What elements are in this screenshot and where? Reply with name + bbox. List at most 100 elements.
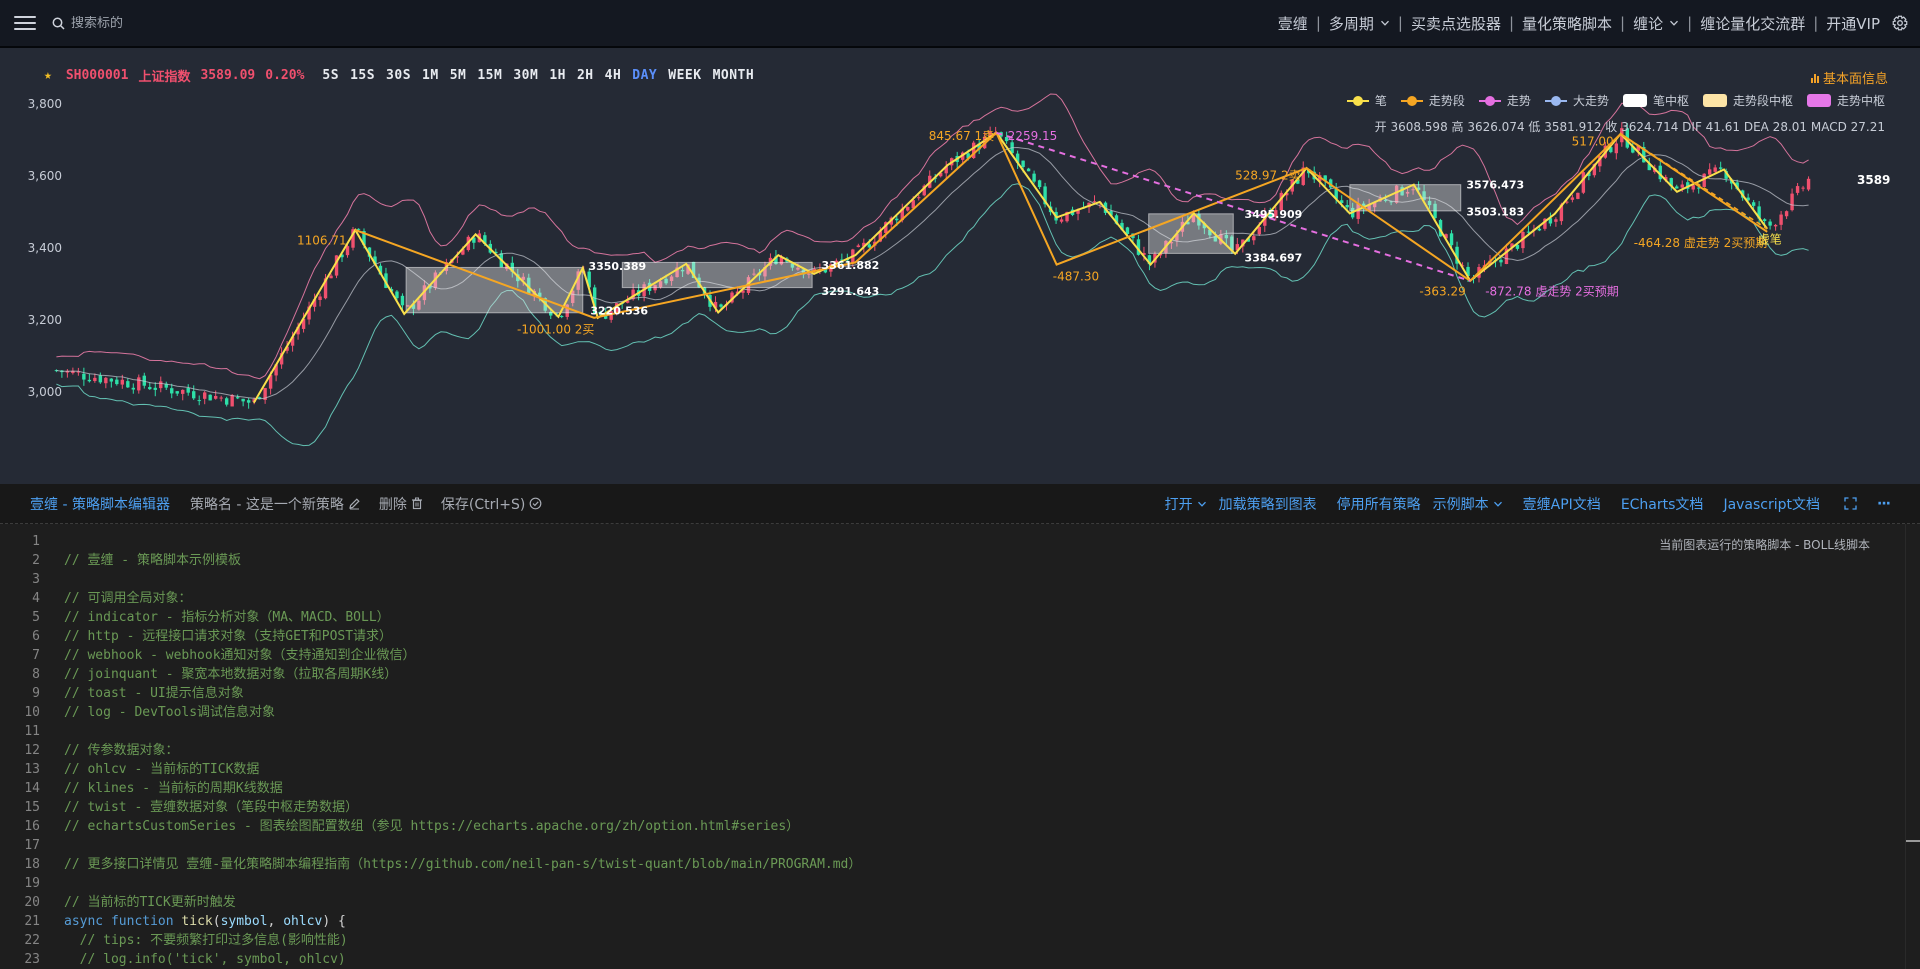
strategy-name-label: 策略名 - 这是一个新策略 — [189, 496, 344, 513]
code-line[interactable]: // 传参数据对象： — [64, 741, 861, 760]
top-menu-item[interactable]: 开通VIP — [1826, 13, 1880, 34]
menu-separator: | — [1620, 14, 1626, 32]
code-line[interactable]: async function tick(symbol, ohlcv) { — [64, 912, 861, 931]
line-number: 20 — [24, 895, 40, 910]
legend-item[interactable]: 大走势 — [1544, 92, 1609, 109]
candle-body — [213, 396, 218, 399]
top-menu-item[interactable]: 多周期 — [1329, 13, 1390, 34]
candle-body — [1537, 228, 1542, 231]
line-number: 3 — [32, 572, 40, 587]
api-doc-link[interactable]: 壹缠API文档 — [1523, 494, 1601, 514]
gear-icon[interactable] — [1892, 15, 1908, 31]
code-line[interactable]: // tips: 不要频繁打印过多信息(影响性能) — [64, 931, 861, 950]
period-2h[interactable]: 2H — [577, 68, 594, 83]
save-button[interactable]: 保存(Ctrl+S) — [441, 494, 542, 514]
candle-body — [1257, 226, 1261, 235]
editor-title[interactable]: 壹缠 - 策略脚本编辑器 — [30, 494, 170, 514]
period-30s[interactable]: 30S — [386, 68, 411, 83]
strategy-name-button[interactable]: 策略名 - 这是一个新策略 — [190, 494, 361, 514]
symbol-change: 0.20% — [265, 68, 305, 83]
top-menu-item[interactable]: 缠论 — [1633, 13, 1679, 34]
code-line[interactable]: // 当前标的TICK更新时触发 — [64, 893, 861, 912]
basic-info-label: 基本面信息 — [1822, 72, 1888, 87]
code-line[interactable]: // webhook - webhook通知对象（支持通知到企业微信） — [64, 646, 861, 665]
last-price-label: 3589 — [1857, 173, 1890, 187]
kline-chart[interactable]: 3,800 3,600 3,400 3,200 3,000 1106.71 -1001.00… — [0, 48, 1920, 484]
code-line[interactable] — [64, 570, 861, 589]
editor-toolbar: 壹缠 - 策略脚本编辑器 策略名 - 这是一个新策略 删除 保存(Ctrl+S)… — [0, 484, 1920, 524]
search-box[interactable] — [52, 15, 271, 31]
legend-item[interactable]: 笔中枢 — [1622, 92, 1689, 109]
candle-body — [345, 246, 350, 256]
legend-item[interactable]: 笔 — [1346, 92, 1387, 109]
code-line[interactable]: // joinquant - 聚宽本地数据对象（拉取各周期K线） — [64, 665, 861, 684]
candle-body — [230, 395, 234, 407]
period-30m[interactable]: 30M — [513, 68, 538, 83]
editor-scrollbar-track[interactable] — [1905, 524, 1906, 969]
period-1h[interactable]: 1H — [549, 68, 566, 83]
editor-scrollbar-marker[interactable] — [1906, 840, 1920, 842]
code-editor[interactable]: 1 2 3 4 5 6 7 8 9 10 11 12 13 14 15 16 17 18 19 20 21 22 23 //… — [0, 524, 1920, 969]
example-label: 示例脚本 — [1432, 496, 1489, 513]
js-doc-link[interactable]: Javascript文档 — [1723, 494, 1820, 514]
code-line[interactable]: // twist - 壹缠数据对象（笔段中枢走势数据） — [64, 798, 861, 817]
candle-body — [197, 400, 201, 402]
period-15s[interactable]: 15S — [350, 68, 375, 83]
check-circle-icon — [529, 497, 542, 510]
code-line[interactable]: // klines - 当前标的周期K线数据 — [64, 779, 861, 798]
code-line[interactable]: // toast - UI提示信息对象 — [64, 684, 861, 703]
more-button[interactable]: ··· — [1877, 496, 1891, 512]
search-input[interactable] — [71, 15, 271, 31]
top-menu-item[interactable]: 量化策略脚本 — [1522, 13, 1612, 34]
top-menu-item[interactable]: 缠论量化交流群 — [1700, 13, 1805, 34]
code-line[interactable]: // log.info('tick', symbol, ohlcv) — [64, 950, 861, 969]
code-line[interactable]: // ohlcv - 当前标的TICK数据 — [64, 760, 861, 779]
code-line[interactable]: // 更多接口详情见 壹缠-量化策略脚本编程指南（https://github.… — [64, 855, 861, 874]
code-line[interactable] — [64, 874, 861, 893]
bi-pivot-box — [405, 266, 584, 314]
delete-button[interactable]: 删除 — [379, 494, 423, 514]
open-button[interactable]: 打开 — [1165, 494, 1207, 514]
legend-item[interactable]: 走势 — [1478, 92, 1531, 109]
top-menu-item[interactable]: 壹缠 — [1278, 13, 1308, 34]
legend-item[interactable]: 走势段中枢 — [1702, 92, 1793, 109]
candle-body — [208, 394, 212, 401]
period-week[interactable]: WEEK — [668, 68, 701, 83]
star-icon[interactable]: ★ — [44, 68, 52, 83]
line-number: 19 — [24, 876, 40, 891]
period-15m[interactable]: 15M — [477, 68, 502, 83]
top-menu-item[interactable]: 买卖点选股器 — [1411, 13, 1501, 34]
candle-body — [917, 197, 921, 199]
y-tick-label: 3,200 — [28, 313, 62, 327]
code-line[interactable]: // http - 远程接口请求对象（支持GET和POST请求） — [64, 627, 861, 646]
code-line[interactable] — [64, 532, 861, 551]
code-line[interactable]: // echartsCustomSeries - 图表绘图配置数组（参见 htt… — [64, 817, 861, 836]
load-strategy-button[interactable]: 加载策略到图表 — [1219, 494, 1317, 514]
stop-strategies-button[interactable]: 停用所有策略 — [1337, 494, 1421, 514]
legend-item[interactable]: 走势段 — [1400, 92, 1465, 109]
basic-info-button[interactable]: 基本面信息 — [1810, 68, 1888, 87]
code-lines[interactable]: // 壹缠 - 策略脚本示例模板 // 可调用全局对象：// indicator … — [64, 532, 861, 969]
period-4h[interactable]: 4H — [605, 68, 622, 83]
fullscreen-button[interactable] — [1840, 497, 1857, 510]
menu-icon[interactable] — [14, 16, 36, 30]
period-5s[interactable]: 5S — [322, 68, 339, 83]
legend-item[interactable]: 走势中枢 — [1806, 92, 1885, 109]
candle-body — [1499, 259, 1503, 263]
code-line[interactable]: // indicator - 指标分析对象（MA、MACD、BOLL） — [64, 608, 861, 627]
code-line[interactable]: // 可调用全局对象： — [64, 589, 861, 608]
example-script-button[interactable]: 示例脚本 — [1433, 494, 1503, 514]
code-line[interactable] — [64, 722, 861, 741]
chart-canvas[interactable]: 3,800 3,600 3,400 3,200 3,000 1106.71 -1001.00… — [0, 48, 1920, 484]
top-menu: 壹缠 | 多周期 | 买卖点选股器 | 量化策略脚本 | 缠论 | 缠论量化交流群 | 开通VIP — [1278, 0, 1908, 46]
echarts-doc-link[interactable]: ECharts文档 — [1621, 494, 1704, 514]
candle-body — [1614, 143, 1619, 154]
period-1m[interactable]: 1M — [422, 68, 439, 83]
symbol-price: 3589.09 — [200, 68, 256, 83]
period-5m[interactable]: 5M — [450, 68, 467, 83]
code-line[interactable] — [64, 836, 861, 855]
code-line[interactable]: // log - DevTools调试信息对象 — [64, 703, 861, 722]
period-month[interactable]: MONTH — [713, 68, 755, 83]
period-day[interactable]: DAY — [632, 68, 657, 83]
code-line[interactable]: // 壹缠 - 策略脚本示例模板 — [64, 551, 861, 570]
